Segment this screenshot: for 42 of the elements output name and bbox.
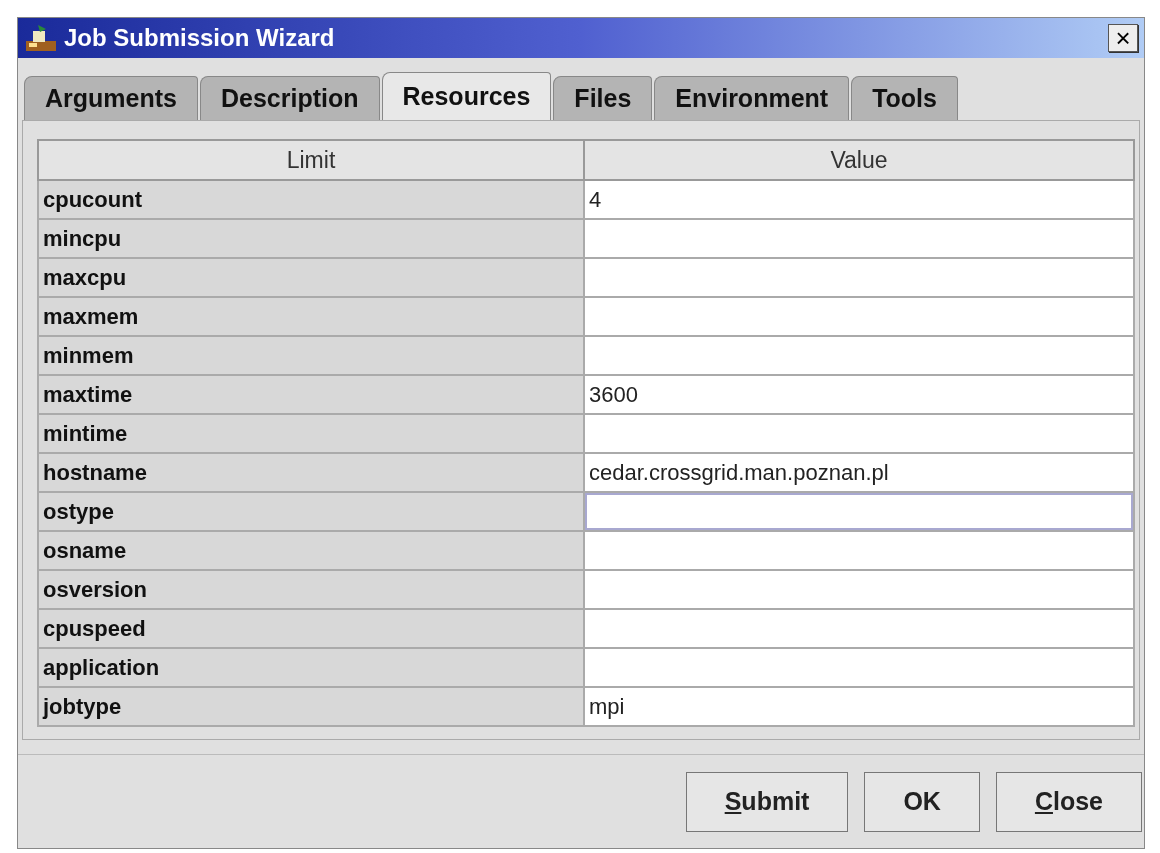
tab[interactable]: Environment — [654, 76, 850, 120]
value-cell[interactable] — [584, 414, 1134, 453]
value-cell[interactable] — [584, 492, 1134, 531]
dialog-button[interactable]: Close — [995, 771, 1142, 832]
value-cell[interactable] — [584, 258, 1134, 297]
tab[interactable]: Tools — [851, 76, 958, 120]
value-cell[interactable] — [584, 531, 1134, 570]
tab[interactable]: Resources — [381, 72, 552, 120]
value-cell[interactable] — [584, 297, 1134, 336]
limit-cell: jobtype — [38, 687, 584, 726]
tab[interactable]: Arguments — [24, 76, 198, 120]
desk-icon — [24, 23, 58, 53]
dialog-button[interactable]: OK — [864, 771, 980, 832]
limit-cell: minmem — [38, 336, 584, 375]
value-cell[interactable] — [584, 609, 1134, 648]
limit-cell: ostype — [38, 492, 584, 531]
column-header: Limit — [38, 140, 584, 180]
limit-cell: mintime — [38, 414, 584, 453]
close-button[interactable]: × — [1108, 24, 1138, 52]
limit-cell: mincpu — [38, 219, 584, 258]
limit-cell: hostname — [38, 453, 584, 492]
limit-cell: osname — [38, 531, 584, 570]
limit-cell: cpucount — [38, 180, 584, 219]
limit-cell: maxcpu — [38, 258, 584, 297]
value-cell[interactable] — [584, 336, 1134, 375]
dialog-button[interactable]: Submit — [685, 771, 849, 832]
value-cell[interactable]: 4 — [584, 180, 1134, 219]
limit-cell: osversion — [38, 570, 584, 609]
value-cell[interactable] — [584, 570, 1134, 609]
value-cell[interactable] — [584, 219, 1134, 258]
value-cell[interactable] — [584, 648, 1134, 687]
tab[interactable]: Description — [199, 76, 380, 120]
limit-cell: cpuspeed — [38, 609, 584, 648]
limit-cell: maxmem — [38, 297, 584, 336]
value-cell[interactable]: cedar.crossgrid.man.poznan.pl — [584, 453, 1134, 492]
column-header: Value — [584, 140, 1134, 180]
limit-cell: application — [38, 648, 584, 687]
window-title: Job Submission Wizard — [64, 24, 336, 52]
value-cell[interactable]: mpi — [584, 687, 1134, 726]
limit-cell: maxtime — [38, 375, 584, 414]
value-cell[interactable]: 3600 — [584, 375, 1134, 414]
tab[interactable]: Files — [553, 76, 653, 120]
